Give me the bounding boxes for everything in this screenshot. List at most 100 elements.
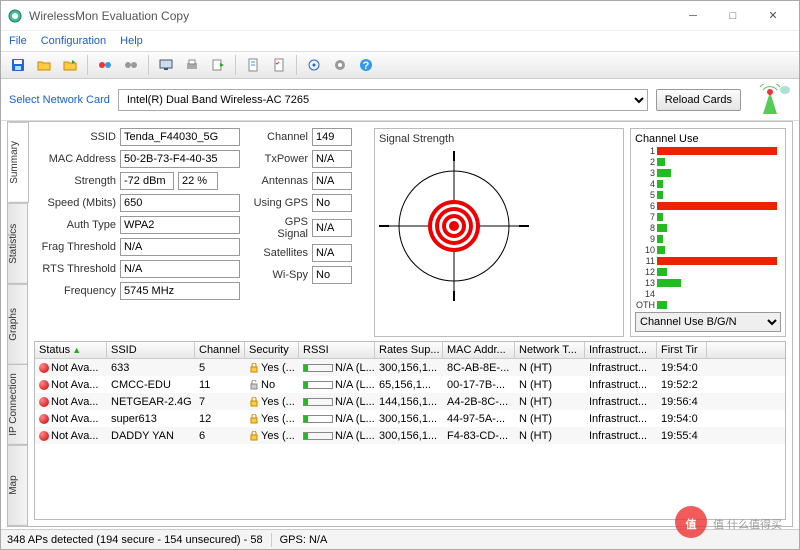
toolbar: ? [1, 51, 799, 79]
channel-row: 14 [635, 288, 781, 299]
frag-label: Frag Threshold [34, 241, 116, 253]
antennas-value: N/A [312, 172, 352, 190]
menu-config[interactable]: Configuration [41, 35, 106, 47]
maximize-button[interactable]: □ [713, 2, 753, 30]
grid-header: Status▲ SSID Channel Security RSSI Rates… [35, 342, 785, 359]
close-button[interactable]: ✕ [753, 2, 793, 30]
content: SSID Tenda_F44030_5G MAC Address 50-2B-73-… [28, 122, 792, 526]
main-panel: Summary Statistics Graphs IP Connection … [7, 121, 793, 527]
window-title: WirelessMon Evaluation Copy [29, 9, 673, 23]
channel-bars: 1234567891011121314OTH [635, 145, 781, 310]
channel-row: OTH [635, 299, 781, 310]
rts-label: RTS Threshold [34, 263, 116, 275]
antenna-icon [749, 84, 791, 116]
fields-mid: Channel 149 TxPower N/A Antennas N/A Using … [252, 128, 368, 337]
strength-label: Strength [34, 175, 116, 187]
txpower-value: N/A [312, 150, 352, 168]
open-icon[interactable] [33, 54, 55, 76]
txpower-label: TxPower [252, 153, 308, 165]
col-rssi[interactable]: RSSI [299, 342, 375, 358]
wispy-label: Wi-Spy [252, 269, 308, 281]
col-ssid[interactable]: SSID [107, 342, 195, 358]
radar-icon [379, 151, 529, 301]
menubar: File Configuration Help [1, 31, 799, 51]
status-aps: 348 APs detected (194 secure - 154 unsec… [7, 534, 263, 546]
channel-label: Channel [252, 131, 308, 143]
channel-value: 149 [312, 128, 352, 146]
channel-row: 8 [635, 222, 781, 233]
col-channel[interactable]: Channel [195, 342, 245, 358]
col-security[interactable]: Security [245, 342, 299, 358]
tab-map[interactable]: Map [8, 445, 28, 526]
menu-file[interactable]: File [9, 35, 27, 47]
channel-row: 9 [635, 233, 781, 244]
tab-ip[interactable]: IP Connection [8, 364, 28, 445]
col-network[interactable]: Network T... [515, 342, 585, 358]
channel-row: 10 [635, 244, 781, 255]
disconnect-icon[interactable] [120, 54, 142, 76]
channel-use-select[interactable]: Channel Use B/G/N [635, 312, 781, 332]
channel-row: 5 [635, 189, 781, 200]
tab-summary[interactable]: Summary [8, 122, 29, 203]
reload-cards-button[interactable]: Reload Cards [656, 89, 741, 111]
col-mac[interactable]: MAC Addr... [443, 342, 515, 358]
channel-row: 3 [635, 167, 781, 178]
speed-label: Speed (Mbits) [34, 197, 116, 209]
gpssignal-value: N/A [312, 219, 352, 237]
channel-row: 11 [635, 255, 781, 266]
minimize-button[interactable]: ─ [673, 2, 713, 30]
table-row[interactable]: Not Ava...NETGEAR-2.4G7Yes (...N/A (L...… [35, 393, 785, 410]
auth-value: WPA2 [120, 216, 240, 234]
app-icon [7, 8, 23, 24]
monitor-icon[interactable] [155, 54, 177, 76]
export-icon[interactable] [207, 54, 229, 76]
card-select[interactable]: Intel(R) Dual Band Wireless-AC 7265 [118, 89, 648, 111]
channel-use-box: Channel Use 1234567891011121314OTH Chann… [630, 128, 786, 337]
menu-help[interactable]: Help [120, 35, 143, 47]
status-gps: GPS: N/A [280, 534, 328, 546]
tab-graphs[interactable]: Graphs [8, 284, 28, 365]
connect-icon[interactable] [94, 54, 116, 76]
svg-text:?: ? [363, 60, 370, 72]
col-infra[interactable]: Infrastruct... [585, 342, 657, 358]
table-row[interactable]: Not Ava...6335Yes (...N/A (L...300,156,1… [35, 359, 785, 376]
signal-header: Signal Strength [379, 133, 619, 145]
table-row[interactable]: Not Ava...super61312Yes (...N/A (L...300… [35, 410, 785, 427]
mac-value: 50-2B-73-F4-40-35 [120, 150, 240, 168]
antennas-label: Antennas [252, 175, 308, 187]
gps-icon[interactable] [303, 54, 325, 76]
col-status[interactable]: Status▲ [35, 342, 107, 358]
channel-row: 6 [635, 200, 781, 211]
print-icon[interactable] [181, 54, 203, 76]
table-row[interactable]: Not Ava...CMCC-EDU11NoN/A (L...65,156,1.… [35, 376, 785, 393]
table-row[interactable]: Not Ava...DADDY YAN6Yes (...N/A (L...300… [35, 427, 785, 444]
help-icon[interactable]: ? [355, 54, 377, 76]
satellites-value: N/A [312, 244, 352, 262]
strength-dbm: -72 dBm [120, 172, 174, 190]
settings-icon[interactable] [329, 54, 351, 76]
folder-export-icon[interactable] [59, 54, 81, 76]
ssid-label: SSID [34, 131, 116, 143]
ssid-value: Tenda_F44030_5G [120, 128, 240, 146]
channel-use-header: Channel Use [635, 133, 781, 145]
gps-label: Using GPS [252, 197, 308, 209]
tab-statistics[interactable]: Statistics [8, 203, 28, 284]
channel-row: 1 [635, 145, 781, 156]
ap-grid[interactable]: Status▲ SSID Channel Security RSSI Rates… [34, 341, 786, 520]
signal-strength-box: Signal Strength [374, 128, 624, 337]
col-firsttime[interactable]: First Tir [657, 342, 707, 358]
mac-label: MAC Address [34, 153, 116, 165]
channel-row: 13 [635, 277, 781, 288]
save-icon[interactable] [7, 54, 29, 76]
wispy-value: No [312, 266, 352, 284]
freq-value: 5745 MHz [120, 282, 240, 300]
log-icon[interactable] [242, 54, 264, 76]
checklist-icon[interactable] [268, 54, 290, 76]
freq-label: Frequency [34, 285, 116, 297]
rts-value: N/A [120, 260, 240, 278]
auth-label: Auth Type [34, 219, 116, 231]
col-rates[interactable]: Rates Sup... [375, 342, 443, 358]
channel-row: 4 [635, 178, 781, 189]
channel-row: 7 [635, 211, 781, 222]
gpssignal-label: GPS Signal [252, 216, 308, 240]
